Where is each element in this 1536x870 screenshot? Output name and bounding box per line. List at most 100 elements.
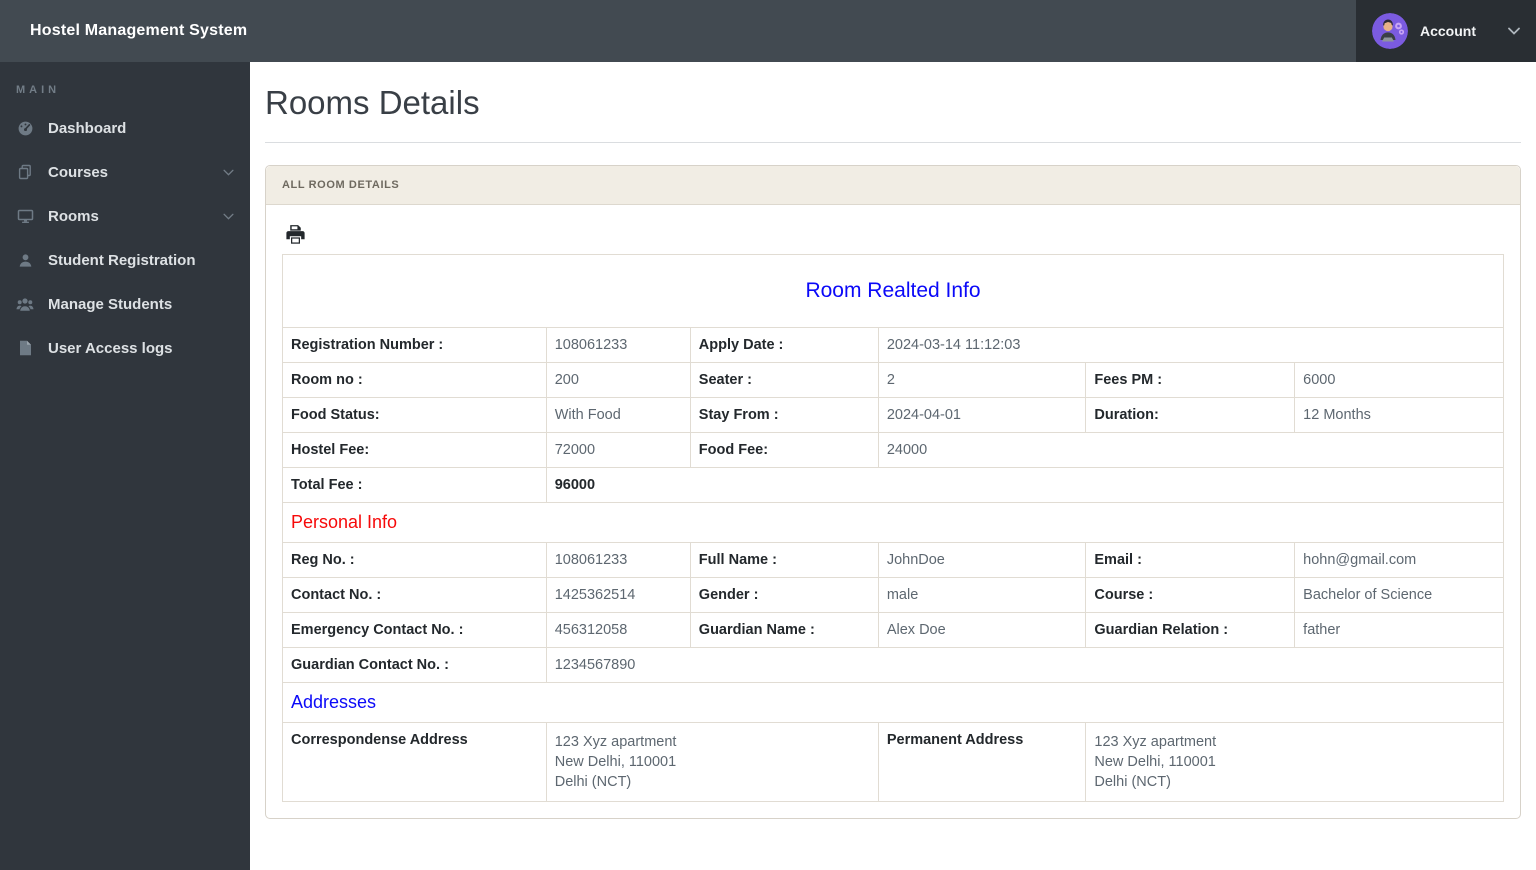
table-row: Contact No. :1425362514 Gender : male Cours… bbox=[282, 577, 1504, 613]
page-title: Rooms Details bbox=[265, 84, 480, 121]
avatar bbox=[1372, 13, 1408, 49]
desktop-icon bbox=[16, 207, 34, 225]
table-value-cell: 2024-04-01 bbox=[877, 397, 1087, 433]
section-heading: Addresses bbox=[282, 682, 1504, 723]
table-value-cell: Alex Doe bbox=[877, 612, 1087, 648]
room-details-panel: ALL ROOM DETAILS Room Realted Info Regist… bbox=[265, 165, 1521, 819]
table-value-cell: 72000 bbox=[545, 432, 691, 468]
table-label-cell: Contact No. : bbox=[282, 577, 547, 613]
sidebar-nav: Dashboard Courses Rooms Student Registratio… bbox=[0, 106, 250, 370]
file-icon bbox=[16, 339, 34, 357]
table-value-cell: 456312058 bbox=[545, 612, 691, 648]
table-label-cell: Hostel Fee: bbox=[282, 432, 547, 468]
table-label-cell: Stay From : bbox=[689, 397, 879, 433]
sidebar-item-label: Rooms bbox=[48, 207, 99, 225]
panel-body: Room Realted Info Registration Number :10… bbox=[266, 205, 1520, 818]
title-divider bbox=[265, 142, 1521, 143]
sidebar-item-dashboard[interactable]: Dashboard bbox=[0, 106, 250, 150]
account-menu[interactable]: Account bbox=[1356, 0, 1536, 62]
table-row: Addresses bbox=[282, 682, 1504, 723]
sidebar-item-student-registration[interactable]: Student Registration bbox=[0, 238, 250, 282]
table-label-cell: Registration Number : bbox=[282, 327, 547, 363]
table-row: Personal Info bbox=[282, 502, 1504, 543]
table-label-cell: Course : bbox=[1085, 577, 1296, 613]
chevron-down-icon bbox=[223, 169, 234, 176]
table-label-cell: Apply Date : bbox=[689, 327, 879, 363]
table-row: Registration Number :108061233 Apply Date… bbox=[282, 327, 1505, 363]
sidebar-item-label: Student Registration bbox=[48, 251, 196, 269]
table-label-cell: Guardian Contact No. : bbox=[282, 647, 547, 683]
app-title: Hostel Management System bbox=[30, 22, 248, 39]
room-details-table: Room Realted Info Registration Number :10… bbox=[282, 254, 1505, 802]
table-value-cell: 123 Xyz apartment New Delhi, 110001 Delhi … bbox=[545, 722, 879, 802]
table-value-cell: male bbox=[877, 577, 1087, 613]
top-navbar: Hostel Management System Account bbox=[0, 0, 1536, 62]
table-value-cell: 123 Xyz apartment New Delhi, 110001 Delhi … bbox=[1085, 722, 1504, 802]
table-value-cell: hohn@gmail.com bbox=[1294, 542, 1504, 578]
table-value-cell: 1425362514 bbox=[545, 577, 691, 613]
docs-icon bbox=[16, 163, 34, 181]
table-value-cell: Bachelor of Science bbox=[1294, 577, 1504, 613]
table-value-cell: 96000 bbox=[545, 467, 1505, 503]
table-value-cell: 2 bbox=[877, 362, 1087, 398]
section-heading: Room Realted Info bbox=[282, 254, 1504, 328]
table-label-cell: Seater : bbox=[689, 362, 879, 398]
table-label-cell: Total Fee : bbox=[282, 467, 547, 503]
table-value-cell: 6000 bbox=[1294, 362, 1504, 398]
chevron-down-icon bbox=[1508, 27, 1520, 35]
panel-header: ALL ROOM DETAILS bbox=[266, 166, 1520, 205]
table-row: Guardian Contact No. :1234567890 bbox=[282, 647, 1505, 683]
sidebar-item-label: Dashboard bbox=[48, 119, 127, 137]
app-window: Hostel Management System Account MAIN Da… bbox=[0, 0, 1536, 870]
speedometer-icon bbox=[16, 119, 34, 137]
table-value-cell: 2024-03-14 11:12:03 bbox=[877, 327, 1505, 363]
table-value-cell: 108061233 bbox=[545, 327, 691, 363]
sidebar-section-label: MAIN bbox=[16, 84, 61, 96]
sidebar: MAIN Dashboard Courses Rooms Student Regist… bbox=[0, 62, 250, 870]
table-row: Reg No. :108061233 Full Name : JohnDoe Emai… bbox=[282, 542, 1504, 578]
table-value-cell: 24000 bbox=[877, 432, 1505, 468]
table-label-cell: Email : bbox=[1085, 542, 1296, 578]
main-content: Rooms Details ALL ROOM DETAILS Room Real… bbox=[250, 62, 1536, 870]
table-value-cell: 200 bbox=[545, 362, 691, 398]
table-value-cell: With Food bbox=[545, 397, 691, 433]
sidebar-item-label: User Access logs bbox=[48, 339, 173, 357]
sidebar-item-label: Manage Students bbox=[48, 295, 173, 313]
table-label-cell: Room no : bbox=[282, 362, 547, 398]
print-button[interactable] bbox=[284, 223, 307, 246]
sidebar-item-manage-students[interactable]: Manage Students bbox=[0, 282, 250, 326]
sidebar-item-user-access-logs[interactable]: User Access logs bbox=[0, 326, 250, 370]
table-value-cell: 1234567890 bbox=[545, 647, 1505, 683]
table-label-cell: Food Status: bbox=[282, 397, 547, 433]
chevron-down-icon bbox=[223, 213, 234, 220]
table-label-cell: Fees PM : bbox=[1085, 362, 1296, 398]
table-label-cell: Gender : bbox=[689, 577, 879, 613]
account-label: Account bbox=[1420, 23, 1476, 39]
table-label-cell: Duration: bbox=[1085, 397, 1296, 433]
section-heading: Personal Info bbox=[282, 502, 1504, 543]
sidebar-item-courses[interactable]: Courses bbox=[0, 150, 250, 194]
user-icon bbox=[16, 251, 34, 269]
table-label-cell: Food Fee: bbox=[689, 432, 879, 468]
table-label-cell: Permanent Address bbox=[877, 722, 1087, 802]
table-label-cell: Full Name : bbox=[689, 542, 879, 578]
table-label-cell: Emergency Contact No. : bbox=[282, 612, 547, 648]
table-label-cell: Guardian Name : bbox=[689, 612, 879, 648]
table-value-cell: father bbox=[1294, 612, 1504, 648]
table-row: Room no :200 Seater :2 Fees PM :6000 bbox=[282, 362, 1504, 398]
table-row: Emergency Contact No. :456312058 Guardian… bbox=[282, 612, 1504, 648]
sidebar-item-label: Courses bbox=[48, 163, 109, 181]
table-label-cell: Correspondense Address bbox=[282, 722, 547, 802]
users-icon bbox=[16, 295, 34, 313]
table-value-cell: 12 Months bbox=[1294, 397, 1504, 433]
table-row: Food Status: With Food Stay From :2024-04-… bbox=[282, 397, 1504, 433]
printer-icon bbox=[286, 225, 305, 244]
table-row: Hostel Fee: 72000 Food Fee: 24000 bbox=[282, 432, 1505, 468]
table-row: Correspondense Address 123 Xyz apartment N… bbox=[282, 722, 1504, 802]
sidebar-item-rooms[interactable]: Rooms bbox=[0, 194, 250, 238]
table-label-cell: Reg No. : bbox=[282, 542, 547, 578]
table-row: Room Realted Info bbox=[282, 254, 1504, 328]
table-label-cell: Guardian Relation : bbox=[1085, 612, 1296, 648]
table-value-cell: 108061233 bbox=[545, 542, 691, 578]
table-row: Total Fee :96000 bbox=[282, 467, 1505, 503]
